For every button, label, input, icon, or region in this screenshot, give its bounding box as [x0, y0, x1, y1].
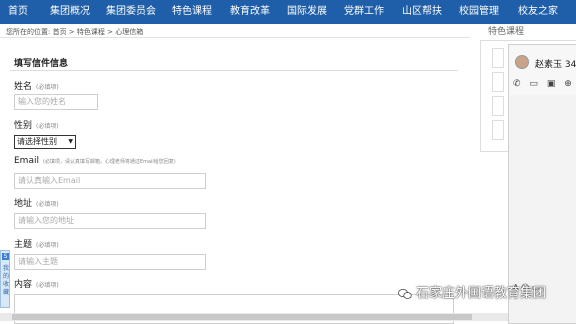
course-card[interactable]: [492, 48, 504, 68]
gender-label-row: 性别 (必填项): [14, 118, 59, 131]
content-label-row: 内容 (必填项): [14, 277, 59, 290]
screen-share-icon[interactable]: ▣: [547, 79, 556, 89]
watermark: 石家庄外国语教育集团: [398, 282, 546, 301]
form-section-title: 填写信件信息: [14, 59, 69, 69]
nav-item-campus-management[interactable]: 校园管理: [459, 0, 499, 24]
avatar[interactable]: [515, 55, 529, 69]
contact-name-suffix: 34: [564, 60, 576, 70]
email-hint: (必填项，请认真填写邮箱，心理老师将通过Email给您回复): [42, 159, 176, 165]
section-divider: [10, 70, 458, 71]
email-label-row: Email (必填项，请认真填写邮箱，心理老师将通过Email给您回复): [14, 156, 176, 166]
chat-contact-name: 赵素玉 34: [535, 57, 576, 70]
nav-item-international[interactable]: 国际发展: [287, 0, 327, 24]
scrollbar-thumb[interactable]: [12, 314, 472, 320]
chat-header: 赵素玉 34 ✆ ▭ ▣ ⊕: [509, 45, 576, 95]
address-label-row: 地址 (必填项): [14, 196, 59, 209]
logo-s-icon: S: [2, 253, 9, 260]
horizontal-scrollbar[interactable]: [0, 313, 508, 321]
nav-item-education-reform[interactable]: 教育改革: [230, 0, 270, 24]
chat-toolbar: ✆ ▭ ▣ ⊕: [513, 79, 576, 89]
content-required-note: (必填项): [36, 282, 59, 289]
breadcrumb: 您所在的位置: 首页 > 特色课程 > 心理信箱: [6, 28, 144, 36]
course-card[interactable]: [492, 96, 504, 116]
side-favorites-tab[interactable]: S 我的收藏: [0, 250, 10, 308]
gender-select-value: 请选择性别: [17, 137, 57, 146]
gender-select[interactable]: 请选择性别 ▼: [14, 135, 76, 149]
subject-label-row: 主题 (必填项): [14, 237, 59, 250]
name-label-row: 姓名 (必填项): [14, 79, 59, 92]
content-label: 内容: [14, 280, 33, 290]
gender-label: 性别: [14, 121, 33, 131]
wechat-icon: [398, 288, 412, 299]
chevron-down-icon: ▼: [68, 138, 73, 145]
nav-item-featured-courses[interactable]: 特色课程: [172, 0, 212, 24]
email-input[interactable]: 请认真输入Email: [14, 173, 206, 189]
course-card[interactable]: [492, 120, 504, 140]
address-input[interactable]: 请输入您的地址: [14, 213, 206, 229]
name-required-note: (必填项): [36, 84, 59, 91]
add-icon[interactable]: ⊕: [564, 79, 572, 89]
address-label: 地址: [14, 199, 33, 209]
side-tab-label: 我的收藏: [2, 265, 9, 296]
subject-required-note: (必填项): [36, 242, 59, 249]
phone-icon[interactable]: ✆: [513, 79, 521, 89]
video-icon[interactable]: ▭: [529, 79, 538, 89]
breadcrumb-divider: [0, 37, 470, 38]
gender-required-note: (必填项): [36, 123, 59, 130]
course-card[interactable]: [492, 72, 504, 92]
name-input[interactable]: 输入您的姓名: [14, 94, 98, 110]
contact-name-text: 赵素玉: [535, 60, 563, 70]
address-required-note: (必填项): [36, 201, 59, 208]
subject-label: 主题: [14, 240, 33, 250]
nav-item-group-committee[interactable]: 集团委员会: [106, 0, 156, 24]
right-panel-title: 特色课程: [488, 27, 525, 37]
watermark-text: 石家庄外国语教育集团: [416, 286, 547, 301]
nav-item-mountain-aid[interactable]: 山区帮扶: [402, 0, 442, 24]
nav-item-party-work[interactable]: 党群工作: [344, 0, 384, 24]
nav-item-home[interactable]: 首页: [8, 0, 28, 24]
name-label: 姓名: [14, 82, 33, 92]
email-label: Email: [14, 156, 39, 166]
right-panel-cards: [492, 48, 504, 158]
nav-item-group-overview[interactable]: 集团概况: [50, 0, 90, 24]
nav-item-alumni[interactable]: 校友之家: [518, 0, 558, 24]
top-navigation-bar: 首页 集团概况 集团委员会 特色课程 教育改革 国际发展 党群工作 山区帮扶 校…: [0, 0, 576, 24]
subject-input[interactable]: 请输入主题: [14, 254, 206, 270]
